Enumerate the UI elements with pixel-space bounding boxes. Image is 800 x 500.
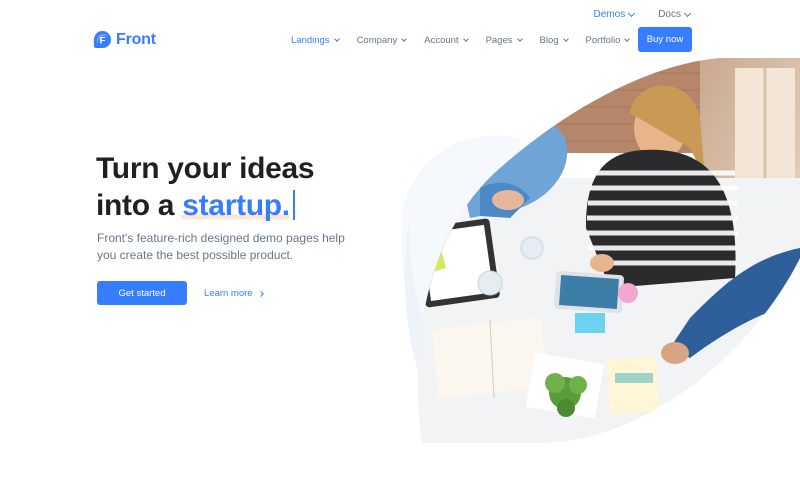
nav-item-blog[interactable]: Blog xyxy=(539,35,569,46)
primary-nav: Landings Company Account Pages Blog Port… xyxy=(291,35,631,46)
chevron-down-icon xyxy=(516,36,523,42)
main-header: F Front Landings Company Account Pages B… xyxy=(0,27,800,53)
chevron-down-icon xyxy=(401,36,408,42)
learn-more-label: Learn more xyxy=(204,288,253,299)
docs-label: Docs xyxy=(658,9,681,20)
chevron-down-icon xyxy=(624,36,631,42)
nav-item-label: Account xyxy=(424,35,459,46)
hero-subtitle: Front's feature-rich designed demo pages… xyxy=(97,231,345,262)
nav-item-pages[interactable]: Pages xyxy=(485,35,523,46)
nav-item-account[interactable]: Account xyxy=(424,35,469,46)
brand-name: Front xyxy=(116,30,156,48)
nav-item-label: Landings xyxy=(291,35,330,46)
nav-item-company[interactable]: Company xyxy=(356,35,408,46)
hero-title-highlight: startup. xyxy=(182,189,290,222)
chevron-down-icon xyxy=(683,9,692,17)
learn-more-link[interactable]: Learn more xyxy=(204,288,264,299)
hero-title-line2: into a xyxy=(96,189,183,222)
logo-letter: F xyxy=(100,35,106,46)
nav-item-label: Portfolio xyxy=(585,35,621,46)
chevron-down-icon xyxy=(562,36,569,42)
typing-caret xyxy=(292,190,295,220)
nav-item-portfolio[interactable]: Portfolio xyxy=(585,35,631,46)
nav-item-landings[interactable]: Landings xyxy=(291,35,340,46)
brand-logo[interactable]: F Front xyxy=(93,30,156,49)
nav-item-label: Company xyxy=(356,35,398,46)
hero-title-line1: Turn your ideas xyxy=(96,152,315,185)
front-logo-icon: F xyxy=(93,30,112,49)
chevron-down-icon xyxy=(333,36,340,42)
top-utility-bar: Demos Docs xyxy=(593,9,692,20)
buy-now-button[interactable]: Buy now xyxy=(638,27,692,52)
chevron-down-icon xyxy=(462,36,469,42)
nav-item-label: Blog xyxy=(539,35,559,46)
landing-page: Demos Docs F Front Landings Company Acco… xyxy=(0,0,800,500)
get-started-button[interactable]: Get started xyxy=(97,281,187,305)
hero-image xyxy=(390,58,800,443)
hero-title: Turn your ideas into a startup. xyxy=(96,150,315,224)
nav-item-label: Pages xyxy=(485,35,513,46)
hero-photo-illustration xyxy=(401,58,800,443)
demos-dropdown[interactable]: Demos xyxy=(593,9,636,20)
demos-label: Demos xyxy=(593,9,626,20)
chevron-down-icon xyxy=(628,9,636,17)
chevron-right-icon xyxy=(257,290,264,297)
docs-dropdown[interactable]: Docs xyxy=(658,9,692,20)
